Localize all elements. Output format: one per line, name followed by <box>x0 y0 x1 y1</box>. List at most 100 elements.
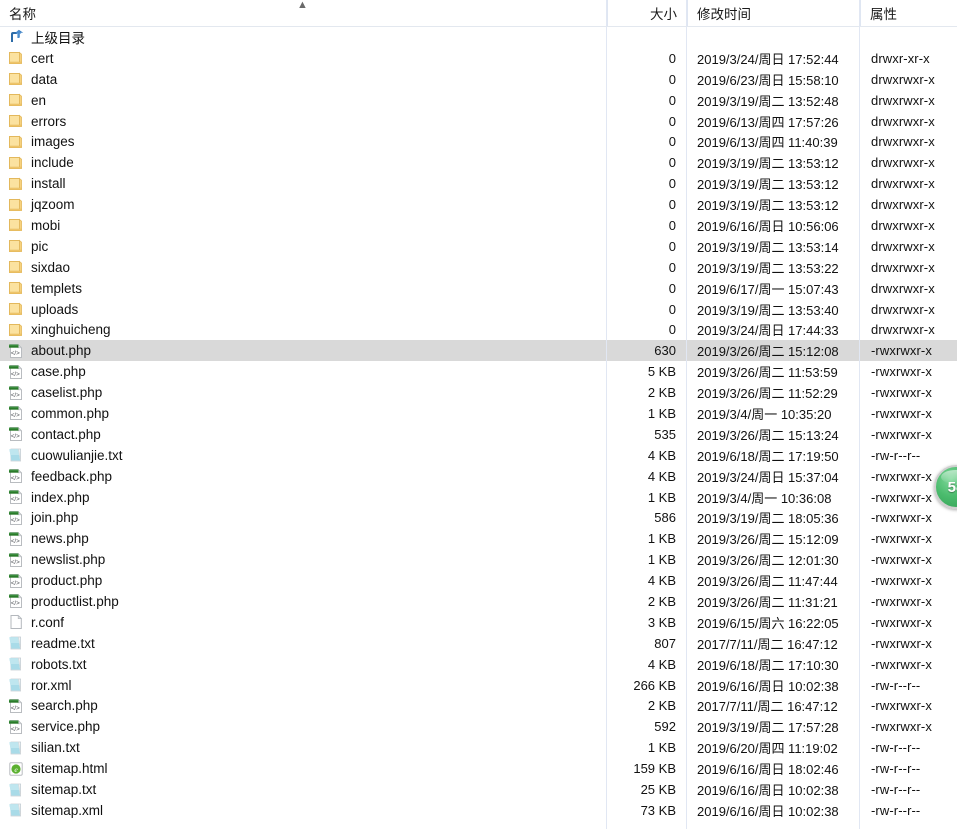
cell-name[interactable]: </> news.php <box>0 531 607 547</box>
table-row[interactable]: </> case.php 5 KB 2019/3/26/周二 11:53:59 -rwx… <box>0 361 957 382</box>
cell-name[interactable]: silian.txt <box>0 740 607 756</box>
table-row[interactable]: </> join.php 586 2019/3/19/周二 18:05:36 -rwxr… <box>0 507 957 528</box>
table-row[interactable]: en 0 2019/3/19/周二 13:52:48 drwxrwxr-x <box>0 90 957 111</box>
cell-name[interactable]: uploads <box>0 301 607 317</box>
cell-name[interactable]: readme.txt <box>0 635 607 651</box>
table-row[interactable]: </> feedback.php 4 KB 2019/3/24/周日 15:37:04… <box>0 466 957 487</box>
cell-name[interactable]: ror.xml <box>0 677 607 693</box>
cell-name[interactable]: </> service.php <box>0 719 607 735</box>
cell-name[interactable]: 上级目录 <box>0 27 607 47</box>
cell-size: 0 <box>668 92 676 108</box>
cell-size: 2 KB <box>647 698 676 714</box>
table-row[interactable]: cert 0 2019/3/24/周日 17:52:44 drwxr-xr-x <box>0 48 957 69</box>
text-file-icon <box>8 635 24 651</box>
cell-attr: -rwxrwxr-x <box>871 531 932 547</box>
cell-time: 2019/3/26/周二 11:53:59 <box>697 365 838 381</box>
table-row[interactable]: errors 0 2019/6/13/周四 17:57:26 drwxrwxr-x <box>0 111 957 132</box>
cell-name[interactable]: sixdao <box>0 259 607 275</box>
table-row[interactable]: ror.xml 266 KB 2019/6/16/周日 10:02:38 -rw-r-… <box>0 675 957 696</box>
cell-name[interactable]: robots.txt <box>0 656 607 672</box>
table-row[interactable]: </> contact.php 535 2019/3/26/周二 15:13:24 -r… <box>0 424 957 445</box>
cell-name[interactable]: </> feedback.php <box>0 468 607 484</box>
cell-name[interactable]: </> case.php <box>0 364 607 380</box>
table-row[interactable]: sixdao 0 2019/3/19/周二 13:53:22 drwxrwxr-x <box>0 257 957 278</box>
column-header-name[interactable]: 名称 ▲ <box>0 0 607 26</box>
table-row[interactable]: jqzoom 0 2019/3/19/周二 13:53:12 drwxrwxr-x <box>0 194 957 215</box>
table-row[interactable]: </> common.php 1 KB 2019/3/4/周一 10:35:20 -rw… <box>0 403 957 424</box>
table-row[interactable]: </> service.php 592 2019/3/19/周二 17:57:28 -r… <box>0 716 957 737</box>
table-row[interactable]: </> productlist.php 2 KB 2019/3/26/周二 11:31… <box>0 591 957 612</box>
cell-name[interactable]: install <box>0 176 607 192</box>
cell-name[interactable]: e sitemap.html <box>0 761 607 777</box>
file-name-label: jqzoom <box>31 197 75 213</box>
cell-name[interactable]: xinghuicheng <box>0 322 607 338</box>
cell-name[interactable]: </> productlist.php <box>0 593 607 609</box>
cell-name[interactable]: </> search.php <box>0 698 607 714</box>
table-row[interactable]: xinghuicheng 0 2019/3/24/周日 17:44:33 drwxrw… <box>0 319 957 340</box>
table-row[interactable]: robots.txt 4 KB 2019/6/18/周二 17:10:30 -rwxr… <box>0 654 957 675</box>
sort-ascending-icon[interactable]: ▲ <box>296 0 309 11</box>
cell-name[interactable]: </> common.php <box>0 405 607 421</box>
table-row[interactable]: templets 0 2019/6/17/周一 15:07:43 drwxrwxr-x <box>0 278 957 299</box>
cell-name[interactable]: sitemap.xml <box>0 802 607 818</box>
cell-name[interactable]: images <box>0 134 607 150</box>
file-name-label: search.php <box>31 698 98 714</box>
cell-name[interactable]: pic <box>0 238 607 254</box>
cell-name[interactable]: </> index.php <box>0 489 607 505</box>
table-row[interactable]: pic 0 2019/3/19/周二 13:53:14 drwxrwxr-x <box>0 236 957 257</box>
cell-name[interactable]: errors <box>0 113 607 129</box>
cell-attr: -rwxrwxr-x <box>871 405 932 421</box>
table-row[interactable]: </> caselist.php 2 KB 2019/3/26/周二 11:52:29… <box>0 382 957 403</box>
cell-name[interactable]: jqzoom <box>0 197 607 213</box>
cell-name[interactable]: r.conf <box>0 614 607 630</box>
cell-size: 0 <box>668 259 676 275</box>
cell-time: 2019/3/19/周二 17:57:28 <box>697 720 839 736</box>
cell-name[interactable]: include <box>0 155 607 171</box>
table-row[interactable]: include 0 2019/3/19/周二 13:53:12 drwxrwxr-x <box>0 152 957 173</box>
table-row[interactable]: </> about.php 630 2019/3/26/周二 15:12:08 -rwx… <box>0 340 957 362</box>
table-row[interactable]: uploads 0 2019/3/19/周二 13:53:40 drwxrwxr-x <box>0 299 957 320</box>
table-row[interactable]: </> news.php 1 KB 2019/3/26/周二 15:12:09 -rwx… <box>0 528 957 549</box>
table-row[interactable]: data 0 2019/6/23/周日 15:58:10 drwxrwxr-x <box>0 69 957 90</box>
folder-icon <box>8 259 24 275</box>
cell-size: 2 KB <box>647 385 676 401</box>
table-row[interactable]: mobi 0 2019/6/16/周日 10:56:06 drwxrwxr-x <box>0 215 957 236</box>
cell-name[interactable]: cuowulianjie.txt <box>0 447 607 463</box>
cell-name[interactable]: </> contact.php <box>0 426 607 442</box>
table-row[interactable]: </> search.php 2 KB 2017/7/11/周二 16:47:12 -r… <box>0 696 957 717</box>
cell-name[interactable]: </> about.php <box>0 343 607 359</box>
cell-name[interactable]: </> caselist.php <box>0 385 607 401</box>
cell-name[interactable]: </> product.php <box>0 573 607 589</box>
table-row[interactable]: e sitemap.html 159 KB 2019/6/16/周日 18:02:46… <box>0 758 957 779</box>
cell-time: 2019/3/4/周一 10:35:20 <box>697 406 832 422</box>
cell-name[interactable]: sitemap.txt <box>0 782 607 798</box>
cell-name[interactable]: mobi <box>0 217 607 233</box>
table-row[interactable]: readme.txt 807 2017/7/11/周二 16:47:12 -rwxrw… <box>0 633 957 654</box>
cell-name[interactable]: en <box>0 92 607 108</box>
cell-size: 1 KB <box>647 531 676 547</box>
column-header-size[interactable]: 大小 <box>607 0 687 26</box>
cell-name[interactable]: </> join.php <box>0 510 607 526</box>
table-row[interactable]: </> product.php 4 KB 2019/3/26/周二 11:47:44 -… <box>0 570 957 591</box>
cell-time: 2019/3/19/周二 13:53:12 <box>697 156 839 172</box>
cell-name[interactable]: templets <box>0 280 607 296</box>
table-row[interactable]: cuowulianjie.txt 4 KB 2019/6/18/周二 17:19:5… <box>0 445 957 466</box>
cell-attr: drwxrwxr-x <box>871 113 935 129</box>
parent-directory-row[interactable]: 上级目录 <box>0 27 957 48</box>
table-row[interactable]: install 0 2019/3/19/周二 13:53:12 drwxrwxr-x <box>0 173 957 194</box>
column-header-attr[interactable]: 属性 <box>860 0 957 26</box>
table-row[interactable]: sitemap.xml 73 KB 2019/6/16/周日 10:02:38 -rw… <box>0 800 957 821</box>
table-row[interactable]: silian.txt 1 KB 2019/6/20/周四 11:19:02 -rw-r… <box>0 737 957 758</box>
cell-time: 2019/3/19/周二 13:52:48 <box>697 93 839 109</box>
column-header-time[interactable]: 修改时间 <box>687 0 860 26</box>
table-row[interactable]: </> newslist.php 1 KB 2019/3/26/周二 12:01:30… <box>0 549 957 570</box>
cell-attr: -rwxrwxr-x <box>871 385 932 401</box>
cell-name[interactable]: data <box>0 71 607 87</box>
table-row[interactable]: </> index.php 1 KB 2019/3/4/周一 10:36:08 -rwx… <box>0 487 957 508</box>
cell-name[interactable]: </> newslist.php <box>0 552 607 568</box>
table-row[interactable]: r.conf 3 KB 2019/6/15/周六 16:22:05 -rwxrwxr-… <box>0 612 957 633</box>
table-row[interactable]: sitemap.txt 25 KB 2019/6/16/周日 10:02:38 -rw… <box>0 779 957 800</box>
cell-size: 0 <box>668 71 676 87</box>
table-row[interactable]: images 0 2019/6/13/周四 11:40:39 drwxrwxr-x <box>0 131 957 152</box>
cell-name[interactable]: cert <box>0 50 607 66</box>
